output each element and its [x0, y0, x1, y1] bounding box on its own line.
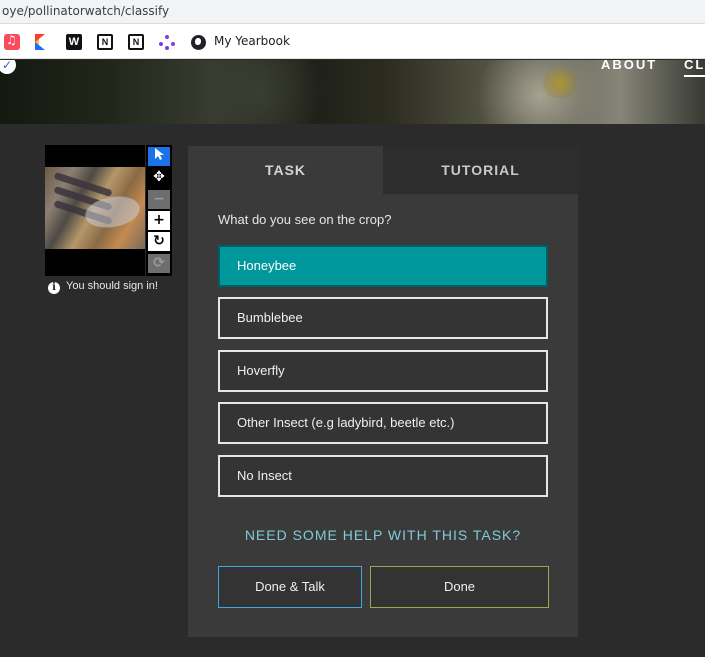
answer-hoverfly[interactable]: Hoverfly	[218, 350, 548, 392]
answer-no-insect[interactable]: No Insect	[218, 455, 548, 497]
tab-tutorial[interactable]: TUTORIAL	[383, 146, 578, 194]
zoom-out-icon[interactable]: −	[148, 190, 170, 209]
answer-bumblebee[interactable]: Bumblebee	[218, 297, 548, 339]
bookmark-my-yearbook[interactable]: My Yearbook	[214, 34, 290, 48]
nav-classify-link[interactable]: CLASSIFY	[684, 60, 705, 77]
done-button[interactable]: Done	[370, 566, 549, 608]
task-question: What do you see on the crop?	[218, 212, 392, 227]
done-and-talk-button[interactable]: Done & Talk	[218, 566, 362, 608]
notion-icon[interactable]: N	[128, 34, 144, 50]
k-app-icon[interactable]	[35, 34, 51, 50]
reset-icon[interactable]: ⟳	[148, 254, 170, 273]
dots-app-icon[interactable]	[159, 34, 175, 50]
task-panel: TASK TUTORIAL What do you see on the cro…	[188, 146, 578, 637]
tab-task[interactable]: TASK	[188, 146, 383, 194]
header-banner: ✓ ABOUT CLASSIFY	[0, 60, 705, 124]
nav-about-link[interactable]: ABOUT	[601, 60, 657, 72]
zoom-in-icon[interactable]: +	[148, 211, 170, 230]
music-app-icon[interactable]	[4, 33, 20, 50]
info-icon: i	[48, 282, 60, 294]
pointer-icon[interactable]	[148, 147, 170, 166]
signin-text: You should sign in!	[66, 280, 158, 292]
viewer-toolbar: ✥ − + ↻ ⟳	[146, 145, 172, 276]
w-app-icon[interactable]: W	[66, 34, 82, 50]
globe-icon[interactable]	[191, 35, 206, 50]
answer-other-insect[interactable]: Other Insect (e.g ladybird, beetle etc.)	[218, 402, 548, 444]
subject-image[interactable]	[45, 145, 145, 276]
notion-icon[interactable]: N	[97, 34, 113, 50]
rotate-icon[interactable]: ↻	[148, 232, 170, 251]
help-link[interactable]: NEED SOME HELP WITH THIS TASK?	[188, 527, 578, 543]
bookmarks-bar: W N N My Yearbook	[0, 24, 705, 59]
address-bar[interactable]: oye/pollinatorwatch/classify	[0, 0, 705, 24]
signin-notice: i You should sign in!	[48, 280, 158, 294]
answer-honeybee[interactable]: Honeybee	[218, 245, 548, 287]
move-icon[interactable]: ✥	[148, 168, 170, 187]
